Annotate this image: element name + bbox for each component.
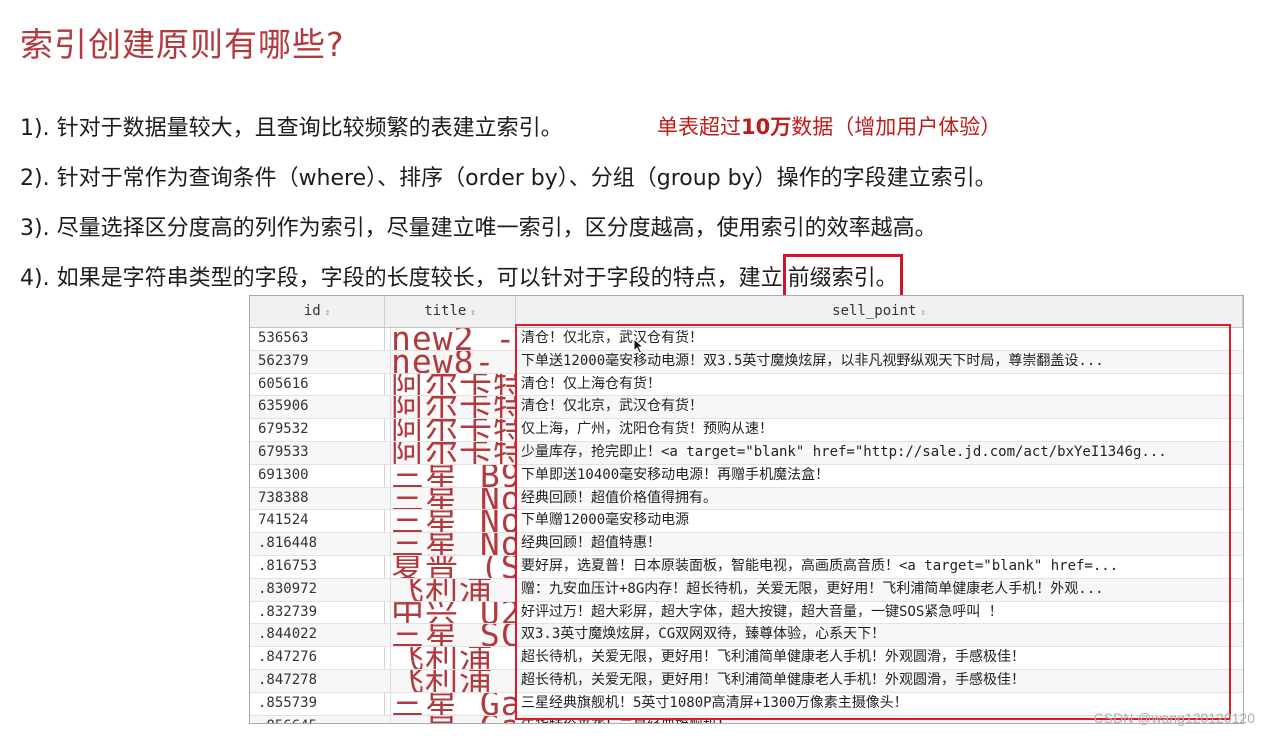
prefix-index-highlight: 前缀索引。 xyxy=(782,254,903,300)
cell-id[interactable]: .816753 xyxy=(258,556,382,578)
cell-id[interactable]: 562379 xyxy=(258,351,382,373)
cell-title[interactable]: 中兴 U288 ... xyxy=(390,601,515,624)
cell-title[interactable]: 三星 Galax... xyxy=(390,715,515,723)
principle-4-text: 4). 如果是字符串类型的字段，字段的长度较长，可以针对于字段的特点，建立 xyxy=(20,266,783,291)
column-header-title[interactable]: title ⇕ xyxy=(385,296,516,327)
cell-title[interactable]: 夏普 (SHAR... xyxy=(390,555,515,578)
cell-title[interactable]: new8- 三星... xyxy=(390,350,515,373)
cell-title[interactable]: 三星 SCH-W... xyxy=(390,624,515,647)
cell-title[interactable]: new2 - 阿... xyxy=(390,328,515,350)
cell-id[interactable]: 679533 xyxy=(258,442,382,464)
principle-1-note: 单表超过10万数据（增加用户体验） xyxy=(657,111,1001,141)
principle-4: 4). 如果是字符串类型的字段，字段的长度较长，可以针对于字段的特点，建立 前缀索… xyxy=(20,254,903,300)
cell-id[interactable]: .856645 xyxy=(258,716,382,723)
column-header-id[interactable]: id ⇕ xyxy=(250,296,385,327)
sort-icon[interactable]: ⇕ xyxy=(325,308,330,318)
cell-id[interactable]: .816448 xyxy=(258,533,382,555)
cell-title[interactable]: 三星 Note ... xyxy=(390,510,515,533)
cell-id[interactable]: .847276 xyxy=(258,647,382,669)
column-header-title-label: title xyxy=(424,303,467,319)
cell-id[interactable]: 741524 xyxy=(258,510,382,532)
cell-title[interactable]: 三星 Note ... xyxy=(390,533,515,555)
cell-title[interactable]: 阿尔卡特 (... xyxy=(390,419,515,441)
cell-title[interactable]: 飞利浦 老... xyxy=(390,578,515,601)
principle-2: 2). 针对于常作为查询条件（where）、排序（order by）、分组（gr… xyxy=(20,166,997,191)
cell-title[interactable]: 三星 Galax... xyxy=(390,692,515,715)
page-title: 索引创建原则有哪些? xyxy=(20,25,345,64)
sell-point-column-highlight xyxy=(515,324,1231,720)
note-suffix: 数据（增加用户体验） xyxy=(791,115,1002,139)
cell-title[interactable]: 飞利浦 老... xyxy=(390,647,515,669)
cell-title[interactable]: 阿尔卡特 (... xyxy=(390,373,515,396)
cell-title[interactable]: 阿尔卡特 (... xyxy=(390,396,515,419)
cell-id[interactable]: 536563 xyxy=(258,328,382,350)
column-header-id-label: id xyxy=(303,303,321,319)
sort-icon[interactable]: ⇕ xyxy=(470,308,475,318)
cell-id[interactable]: 679532 xyxy=(258,419,382,441)
note-prefix: 单表超过 xyxy=(657,115,741,139)
cell-id[interactable]: .844022 xyxy=(258,624,382,646)
cell-id[interactable]: .830972 xyxy=(258,579,382,601)
principle-3: 3). 尽量选择区分度高的列作为索引，尽量建立唯一索引，区分度越高，使用索引的效… xyxy=(20,216,937,241)
cell-title[interactable]: 三星 B9120... xyxy=(390,464,515,487)
cell-id[interactable]: 605616 xyxy=(258,374,382,396)
cell-id[interactable]: 738388 xyxy=(258,488,382,510)
mouse-pointer-icon xyxy=(633,338,645,354)
watermark: CSDN @wang120120120 xyxy=(1093,710,1255,726)
cell-title[interactable]: 飞利浦 老... xyxy=(390,669,515,692)
cell-title[interactable]: 三星 Note ... xyxy=(390,487,515,510)
cell-id[interactable]: 691300 xyxy=(258,465,382,487)
column-header-sell-point-label: sell_point xyxy=(832,303,917,319)
cell-id[interactable]: 635906 xyxy=(258,396,382,418)
sort-icon[interactable]: ⇕ xyxy=(920,308,925,318)
note-bold: 10万 xyxy=(741,115,792,139)
cell-id[interactable]: .832739 xyxy=(258,602,382,624)
principle-1: 1). 针对于数据量较大，且查询比较频繁的表建立索引。 xyxy=(20,116,563,141)
cell-title[interactable]: 阿尔卡特 (... xyxy=(390,441,515,464)
cell-id[interactable]: .847278 xyxy=(258,670,382,692)
cell-id[interactable]: .855739 xyxy=(258,693,382,715)
column-header-sell-point[interactable]: sell_point ⇕ xyxy=(516,296,1243,327)
